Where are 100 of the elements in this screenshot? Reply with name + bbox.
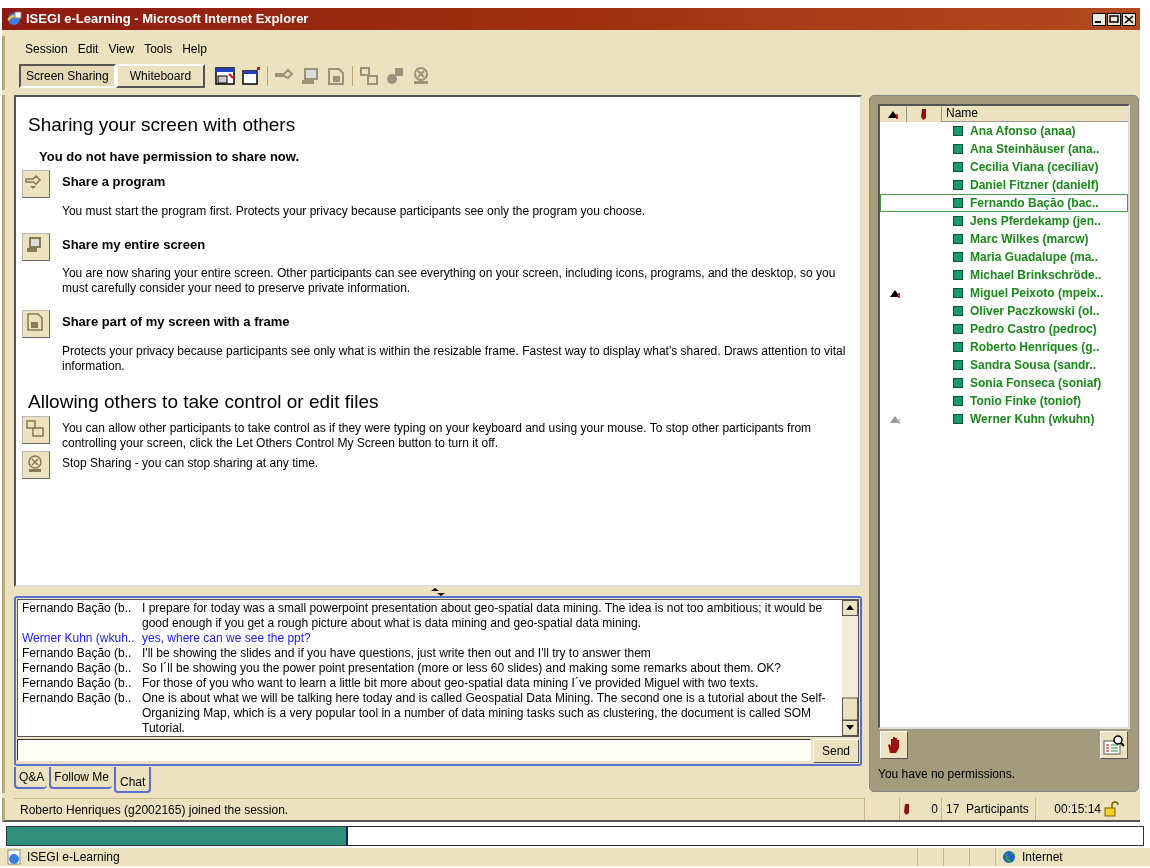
status-square-icon <box>953 180 963 190</box>
chat-tab[interactable]: Chat <box>114 767 152 793</box>
option-description: Protects your privacy because participants see only what is within the resizable frame. Fastest way to display what's shared. Draws attention to vital information. <box>62 343 847 374</box>
participant-row[interactable]: Marc Wilkes (marcw) <box>880 230 1128 248</box>
chat-sender: Fernando Bação (b.. <box>22 601 133 617</box>
window-icon[interactable] <box>241 66 262 86</box>
participant-row[interactable]: Oliver Paczkowski (ol.. <box>880 302 1128 320</box>
permissions-text: You have no permissions. <box>878 766 1016 783</box>
participant-name: Pedro Castro (pedroc) <box>970 321 1097 338</box>
participant-row[interactable]: Cecilia Viana (ceciliav) <box>880 158 1128 176</box>
participant-row[interactable]: Roberto Henriques (g.. <box>880 338 1128 356</box>
status-pane <box>864 798 900 820</box>
participant-name: Sonia Fonseca (soniaf) <box>970 375 1102 392</box>
menu-item[interactable]: Help <box>182 40 207 58</box>
chat-message: I prepare for today was a small powerpoint presentation about geo-spatial data mining. The idea is not too ambitious; it would be good enough if you get a rough picture about what is data mining and geo-spatial data mining. <box>142 601 824 631</box>
participant-name: Sandra Sousa (sandr.. <box>970 357 1097 374</box>
window-title: ISEGI e-Learning - Microsoft Internet Explorer <box>26 10 309 29</box>
presenter-icon <box>887 109 899 119</box>
participant-row[interactable]: Werner Kuhn (wkuhn) <box>880 410 1128 428</box>
participant-row[interactable]: Sonia Fonseca (soniaf) <box>880 374 1128 392</box>
program-option-icon[interactable] <box>22 170 50 198</box>
hand-count: 0 <box>931 801 938 818</box>
chat-sender: Fernando Bação (b.. <box>22 661 133 676</box>
participant-name: Oliver Paczkowski (ol.. <box>970 303 1100 320</box>
status-square-icon <box>953 144 963 154</box>
participant-name: Fernando Bação (bac.. <box>970 195 1099 212</box>
status-square-icon <box>953 162 963 172</box>
menu-item[interactable]: View <box>108 40 135 58</box>
chat-tab[interactable]: Q&A <box>14 767 48 789</box>
participant-info-button[interactable] <box>1100 731 1128 759</box>
option-title: Share part of my screen with a frame <box>62 313 291 331</box>
status-square-icon <box>953 126 963 136</box>
mode-tab[interactable]: Screen Sharing <box>19 64 116 88</box>
window-icon[interactable] <box>215 66 236 86</box>
session-timer: 00:15:14 <box>1053 801 1102 818</box>
hand-icon <box>887 736 901 754</box>
option-description: Stop Sharing - you can stop sharing at any time. <box>62 456 320 472</box>
participant-name: Tonio Finke (toniof) <box>970 393 1082 410</box>
section-heading: Sharing your screen with others <box>27 113 297 137</box>
screen-option-icon[interactable] <box>22 232 50 261</box>
maximize-button[interactable] <box>1107 12 1121 26</box>
participant-name: Cecilia Viana (ceciliav) <box>970 159 1099 176</box>
participant-name: Roberto Henriques (g.. <box>970 339 1100 356</box>
chat-sender: Fernando Bação (b.. <box>22 691 133 707</box>
hand-icon <box>903 803 911 815</box>
status-square-icon <box>953 270 963 280</box>
chat-sender: Werner Kuhn (wkuh.. <box>22 631 136 646</box>
participant-row[interactable]: Pedro Castro (pedroc) <box>880 320 1128 338</box>
menu-item[interactable]: Tools <box>144 40 173 58</box>
chat-message: yes, where can we see the ppt? <box>142 631 312 646</box>
participant-row[interactable]: Jens Pferdekamp (jen.. <box>880 212 1128 230</box>
stop-option-icon[interactable] <box>22 451 50 479</box>
participant-row[interactable]: Miguel Peixoto (mpeix.. <box>880 284 1128 302</box>
participant-row[interactable]: Ana Afonso (anaa) <box>880 122 1128 140</box>
participant-count: 17 Participants <box>942 798 1036 820</box>
participant-name: Miguel Peixoto (mpeix.. <box>970 285 1104 302</box>
participant-row[interactable]: Maria Guadalupe (ma.. <box>880 248 1128 266</box>
close-button[interactable] <box>1122 12 1136 26</box>
list-magnifier-icon <box>1103 735 1125 755</box>
chat-tab[interactable]: Follow Me <box>49 767 113 789</box>
status-square-icon <box>953 342 963 352</box>
option-title: Share a program <box>62 173 167 191</box>
chat-message: For those of you who want to learn a little bit more about geo-spatial data mining I´ve provided Miguel with two texts. <box>142 676 760 691</box>
page-icon <box>6 849 22 865</box>
status-square-icon <box>953 216 963 226</box>
section-heading: Allowing others to take control or edit files <box>27 389 380 414</box>
scrollbar[interactable] <box>842 600 858 736</box>
mode-tab[interactable]: Whiteboard <box>115 64 206 88</box>
frame-option-icon[interactable] <box>22 310 50 338</box>
status-square-icon <box>953 396 963 406</box>
control-option-icon[interactable] <box>22 416 50 444</box>
participant-name: Jens Pferdekamp (jen.. <box>970 213 1101 230</box>
participant-name: Ana Afonso (anaa) <box>970 123 1076 140</box>
participant-row[interactable]: Sandra Sousa (sandr.. <box>880 356 1128 374</box>
status-square-icon <box>953 252 963 262</box>
option-description: You must start the program first. Protects your privacy because participants see only the program you choose. <box>62 203 647 219</box>
status-square-icon <box>953 288 963 298</box>
status-square-icon <box>953 234 963 244</box>
option-description: You are now sharing your entire screen. Other participants can see everything on your screen, including icons, programs, and the desktop, so you must carefully consider your need to preserve private information. <box>62 266 837 296</box>
status-message: Roberto Henriques (g2002165) joined the session. <box>14 798 864 820</box>
menu-item[interactable]: Session <box>25 40 68 58</box>
participant-name: Maria Guadalupe (ma.. <box>970 249 1099 266</box>
participant-row[interactable]: Michael Brinkschröde.. <box>880 266 1128 284</box>
status-square-icon <box>953 414 963 424</box>
permission-notice: You do not have permission to share now. <box>38 147 301 166</box>
participant-row[interactable]: Tonio Finke (toniof) <box>880 392 1128 410</box>
send-button[interactable]: Send <box>812 739 859 763</box>
participant-row[interactable]: Daniel Fitzner (danielf) <box>880 176 1128 194</box>
participant-row[interactable]: Ana Steinhäuser (ana.. <box>880 140 1128 158</box>
chat-input[interactable] <box>17 739 811 761</box>
participant-name: Marc Wilkes (marcw) <box>970 231 1089 248</box>
participant-name: Werner Kuhn (wkuhn) <box>970 411 1095 428</box>
page-status: ISEGI e-Learning <box>27 849 121 866</box>
browser-icon <box>6 11 22 27</box>
minimize-button[interactable] <box>1092 12 1106 26</box>
chat-sender: Fernando Bação (b.. <box>22 646 133 661</box>
raise-hand-button[interactable] <box>880 731 908 759</box>
option-title: Share my entire screen <box>62 235 207 254</box>
participant-row[interactable]: Fernando Bação (bac.. <box>880 194 1128 212</box>
menu-item[interactable]: Edit <box>77 40 99 58</box>
